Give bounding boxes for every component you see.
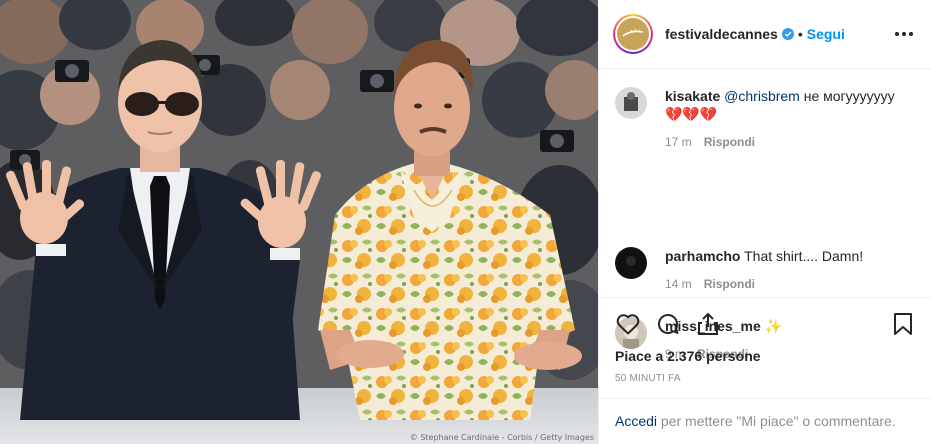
reply-button[interactable]: Rispondi <box>704 133 755 151</box>
comment-icon[interactable] <box>655 311 681 337</box>
comment-body: kisakate @chrisbrem не могууууууу 💔💔💔 17… <box>665 87 895 151</box>
comment-text: не могууууууу <box>799 88 895 104</box>
comment-item: parhamcho That shirt.... Damn! 14 m Risp… <box>615 247 915 293</box>
comment-meta: 17 m Rispondi <box>665 133 895 151</box>
festival-palm-logo <box>617 18 649 50</box>
comment-line: parhamcho That shirt.... Damn! <box>665 247 863 265</box>
more-dot <box>902 32 906 36</box>
share-icon[interactable] <box>695 311 721 337</box>
bookmark-icon[interactable] <box>890 311 916 337</box>
post-photo[interactable]: © Stephane Cardinale - Corbis / Getty Im… <box>0 0 598 444</box>
post-actions: Piace a 2.376 persone 50 MINUTI FA <box>599 297 931 384</box>
comment-time[interactable]: 17 m <box>665 133 692 151</box>
login-link[interactable]: Accedi <box>615 413 657 429</box>
reply-button[interactable]: Rispondi <box>704 275 755 293</box>
comment-item: kisakate @chrisbrem не могууууууу 💔💔💔 17… <box>615 87 915 151</box>
photo-credit: © Stephane Cardinale - Corbis / Getty Im… <box>409 433 594 442</box>
comment-line: kisakate @chrisbrem не могууууууу <box>665 87 895 105</box>
two-men-posing <box>6 40 582 420</box>
comment-body: parhamcho That shirt.... Damn! 14 m Risp… <box>665 247 863 293</box>
more-dot <box>895 32 899 36</box>
login-prompt: Accedi per mettere "Mi piace" o commenta… <box>599 398 931 444</box>
comment-username[interactable]: kisakate <box>665 88 720 104</box>
separator-dot: • <box>797 26 803 42</box>
verified-icon <box>781 28 794 40</box>
comment-text: That shirt.... Damn! <box>740 248 864 264</box>
post-side-panel: festivaldecannes • Segui kisakate @chris… <box>598 0 931 444</box>
post-username[interactable]: festivaldecannes <box>665 26 778 42</box>
comment-time[interactable]: 14 m <box>665 275 692 293</box>
login-prompt-text: per mettere "Mi piace" o commentare. <box>657 413 896 429</box>
heart-icon[interactable] <box>615 311 641 337</box>
commenter-avatar[interactable] <box>615 247 647 279</box>
comments-list: kisakate @chrisbrem не могууууууу 💔💔💔 17… <box>599 69 931 361</box>
more-dot <box>909 32 913 36</box>
commenter-avatar[interactable] <box>615 87 647 119</box>
post-timestamp[interactable]: 50 MINUTI FA <box>615 373 916 384</box>
comment-mention[interactable]: @chrisbrem <box>724 88 800 104</box>
comment-meta: 14 m Rispondi <box>665 275 863 293</box>
comment-username[interactable]: parhamcho <box>665 248 740 264</box>
follow-button[interactable]: Segui <box>807 26 845 42</box>
likes-count[interactable]: Piace a 2.376 persone <box>615 348 916 364</box>
palm-icon <box>622 28 644 37</box>
action-icons <box>615 310 916 338</box>
profile-avatar[interactable] <box>613 14 653 54</box>
avatar-frame <box>615 16 651 52</box>
post-header: festivaldecannes • Segui <box>599 0 931 69</box>
comment-emoji: 💔💔💔 <box>665 106 718 122</box>
more-icon[interactable] <box>893 26 915 42</box>
